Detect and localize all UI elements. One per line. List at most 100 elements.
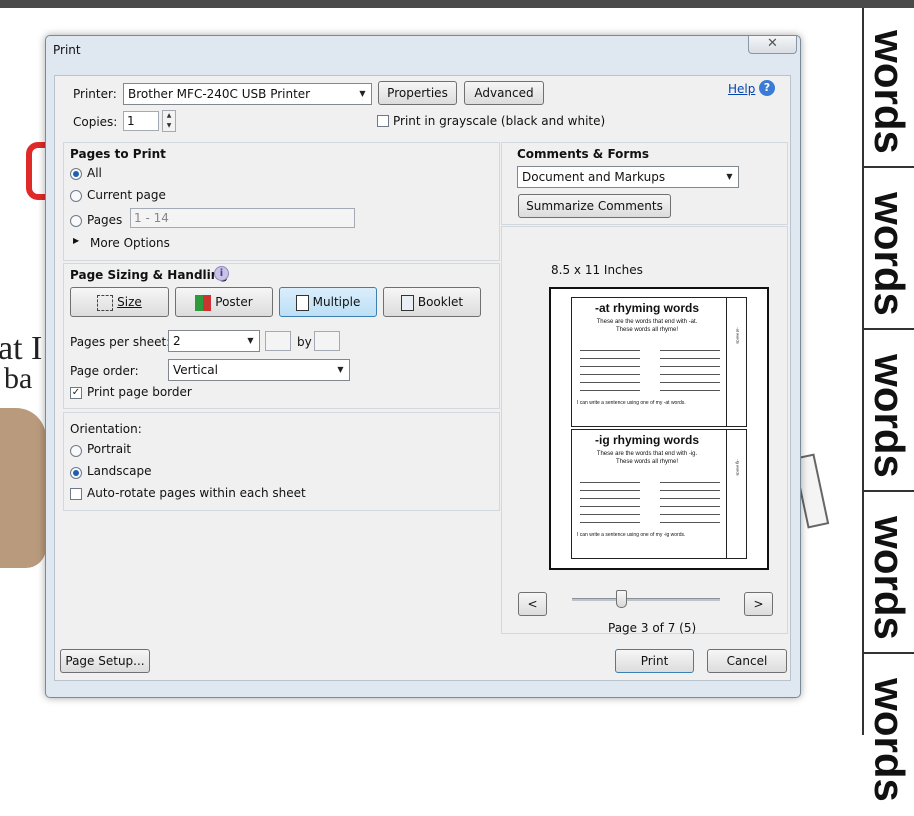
chevron-down-icon: ▼ [247, 336, 254, 345]
page-range-label: Pages [87, 213, 123, 227]
expand-triangle-icon[interactable]: ▶ [73, 236, 79, 245]
info-icon[interactable]: i [214, 266, 229, 281]
by-label: by [297, 335, 312, 349]
page-border-checkbox[interactable]: ✓ [70, 387, 82, 399]
printer-select[interactable]: Brother MFC-240C USB Printer ▼ [123, 83, 372, 105]
word-card: words [864, 494, 914, 654]
preview-page-1-lines [660, 343, 720, 391]
grayscale-checkbox[interactable] [377, 115, 389, 127]
booklet-button[interactable]: Booklet [383, 287, 481, 317]
page-border-label: Print page border [87, 385, 192, 399]
page-indicator: Page 3 of 7 (5) [608, 621, 697, 635]
size-icon [97, 294, 114, 311]
close-button[interactable]: ✕ [748, 36, 797, 54]
current-page-label: Current page [87, 188, 166, 202]
close-icon: ✕ [767, 36, 778, 51]
printer-label: Printer: [73, 87, 117, 101]
pages-per-sheet-cols-input[interactable] [265, 331, 291, 351]
size-label: Size [117, 295, 142, 309]
more-options-toggle[interactable]: More Options [90, 236, 170, 250]
page-order-select[interactable]: Vertical ▼ [168, 359, 350, 381]
background-cat-illustration [0, 408, 46, 568]
all-pages-radio[interactable] [70, 168, 82, 180]
chevron-down-icon: ▼ [337, 365, 344, 374]
landscape-radio[interactable] [70, 467, 82, 479]
chevron-down-icon: ▼ [726, 172, 733, 181]
word-card: words [864, 8, 914, 168]
pages-to-print-panel: Pages to Print All Current page Pages 1 … [63, 142, 500, 261]
comments-forms-panel: Comments & Forms Document and Markups ▼ S… [501, 142, 788, 225]
preview-page-1-tab [726, 298, 727, 426]
all-pages-label: All [87, 166, 102, 180]
page-range-radio[interactable] [70, 215, 82, 227]
copies-stepper[interactable]: ▲ ▼ [162, 110, 176, 132]
orientation-title: Orientation: [70, 422, 142, 436]
print-dialog: Print ✕ Printer: Brother MFC-240C USB Pr… [45, 35, 801, 698]
summarize-comments-button[interactable]: Summarize Comments [518, 194, 671, 218]
previous-page-button[interactable]: < [518, 592, 547, 616]
pages-per-sheet-select[interactable]: 2 ▼ [168, 330, 260, 352]
dialog-content: Printer: Brother MFC-240C USB Printer ▼ P… [54, 75, 791, 681]
preview-page-1-lines [580, 343, 640, 391]
preview-page-2-line1: These are the words that end with -ig. [596, 451, 698, 457]
poster-icon [195, 294, 212, 311]
background-word-cards: words words words words words [862, 8, 914, 802]
comments-forms-value: Document and Markups [522, 170, 666, 184]
word-card: words [864, 332, 914, 492]
comments-forms-select[interactable]: Document and Markups ▼ [517, 166, 739, 188]
properties-button[interactable]: Properties [378, 81, 457, 105]
copies-input[interactable]: 1 [123, 111, 159, 131]
chevron-down-icon: ▼ [359, 89, 366, 98]
preview-page-2-tab-label: -ig words [735, 459, 741, 476]
preview-page-2-lines [580, 475, 640, 523]
advanced-button[interactable]: Advanced [464, 81, 544, 105]
pages-per-sheet-rows-input[interactable] [314, 331, 340, 351]
page-sizing-title: Page Sizing & Handling [70, 268, 228, 282]
preview-page-1-line1: These are the words that end with -at. [596, 319, 698, 325]
poster-button[interactable]: Poster [175, 287, 273, 317]
cancel-button[interactable]: Cancel [707, 649, 787, 673]
dialog-title: Print [53, 43, 81, 57]
preview-page-2-footer: I can write a sentence using one of my -… [577, 532, 686, 538]
landscape-label: Landscape [87, 464, 152, 478]
portrait-label: Portrait [87, 442, 132, 456]
page-setup-button[interactable]: Page Setup... [60, 649, 150, 673]
print-button[interactable]: Print [615, 649, 694, 673]
preview-page-2: -ig rhyming words These are the words th… [571, 429, 747, 559]
preview-page-1-tab-label: -at words [735, 327, 741, 344]
copies-label: Copies: [73, 115, 118, 129]
multiple-label: Multiple [312, 295, 361, 309]
multiple-pages-icon [295, 294, 309, 311]
current-page-radio[interactable] [70, 190, 82, 202]
page-range-input[interactable]: 1 - 14 [130, 208, 355, 228]
portrait-radio[interactable] [70, 445, 82, 457]
window-top-strip [0, 0, 914, 8]
preview-page-1-footer: I can write a sentence using one of my -… [577, 400, 686, 406]
preview-panel: 8.5 x 11 Inches -at rhyming words These … [501, 226, 788, 635]
poster-label: Poster [215, 295, 253, 309]
preview-page-1: -at rhyming words These are the words th… [571, 297, 747, 427]
paper-size-label: 8.5 x 11 Inches [551, 263, 643, 277]
next-page-button[interactable]: > [744, 592, 773, 616]
pages-per-sheet-value: 2 [173, 334, 181, 348]
preview-page-2-line2: These words all rhyme! [615, 459, 679, 465]
preview-sheet: -at rhyming words These are the words th… [549, 287, 769, 570]
pages-per-sheet-label: Pages per sheet: [70, 335, 171, 349]
page-sizing-panel: Page Sizing & Handling i Size Poster Mul… [63, 263, 500, 409]
pages-to-print-title: Pages to Print [70, 147, 166, 161]
background-letter-fragment: ba [4, 362, 33, 395]
auto-rotate-checkbox[interactable] [70, 488, 82, 500]
multiple-button[interactable]: Multiple [279, 287, 377, 317]
size-button[interactable]: Size [70, 287, 169, 317]
help-icon[interactable]: ? [759, 80, 775, 96]
page-slider-thumb[interactable] [615, 590, 627, 608]
preview-page-1-line2: These words all rhyme! [615, 327, 679, 333]
word-card: words [866, 678, 913, 802]
booklet-icon [400, 294, 414, 311]
page-order-value: Vertical [173, 363, 218, 377]
orientation-panel: Orientation: Portrait Landscape Auto-rot… [63, 412, 500, 511]
booklet-label: Booklet [417, 295, 464, 309]
page-slider-track[interactable] [572, 598, 720, 601]
printer-value: Brother MFC-240C USB Printer [128, 87, 311, 101]
help-link[interactable]: Help [728, 82, 755, 96]
